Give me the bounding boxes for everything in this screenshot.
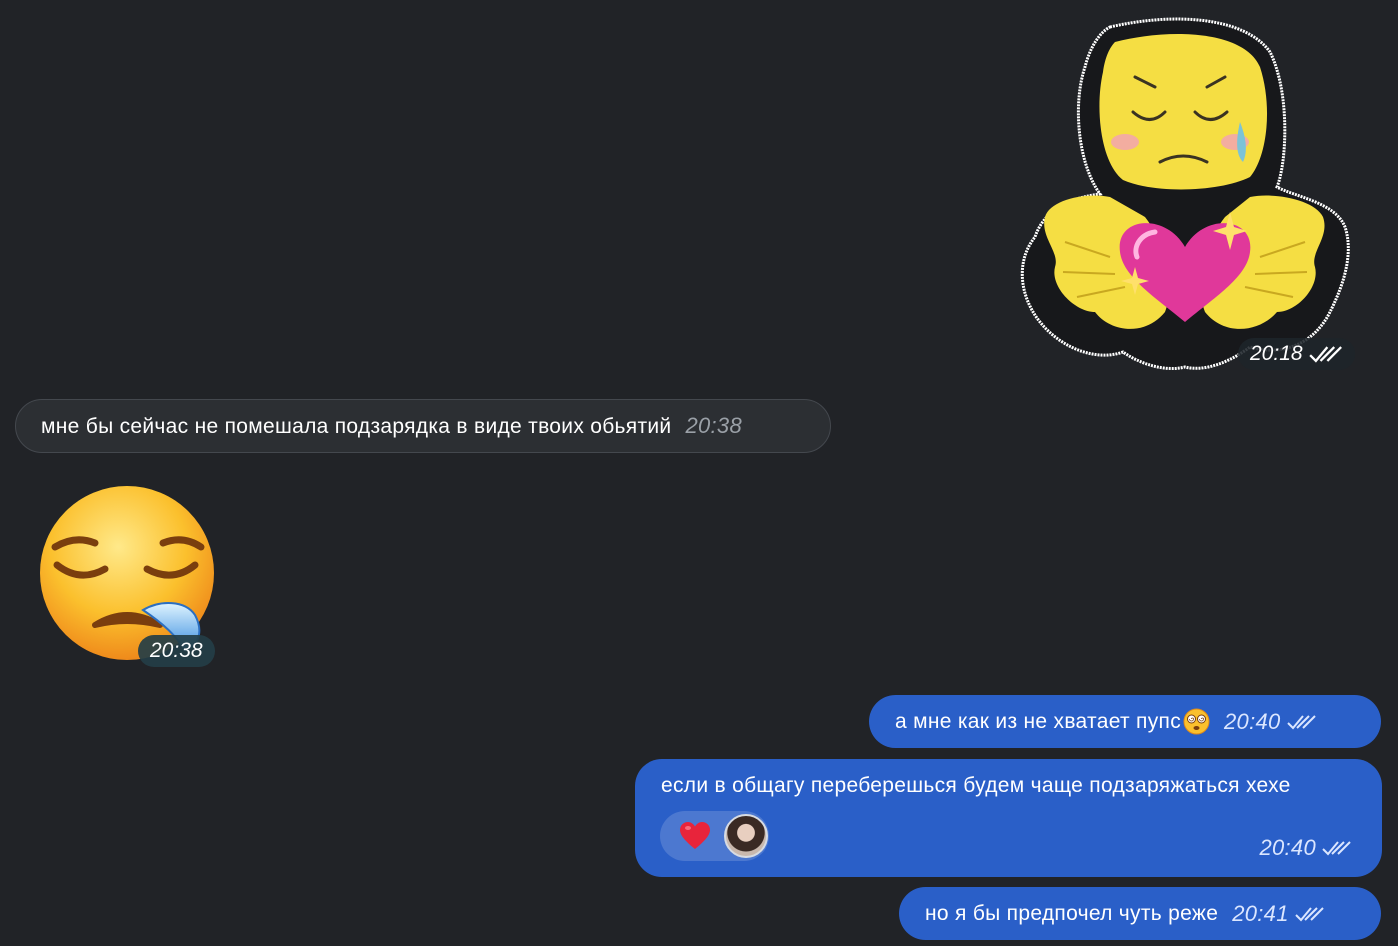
message-time: 20:40 [1224,708,1281,734]
sticker-message[interactable]: 20:18 [1015,12,1355,372]
message-time: 20:38 [685,413,743,438]
message-text: если в общагу переберешься будем чаще по… [661,774,1291,797]
message-text: а мне как из не хватает пупс [895,710,1181,733]
chat-area: 20:18 мне бы сейчас не помешала подзаряд… [0,0,1398,946]
message-meta: 20:38 [138,635,215,667]
reactions-bar[interactable] [660,811,769,861]
heart-icon[interactable] [679,821,711,851]
double-check-icon [1308,346,1342,363]
double-check-icon [1295,906,1324,921]
dizzy-face-emoji [1183,708,1210,735]
crying-blob-sticker [1020,17,1350,371]
outgoing-message[interactable]: если в общагу переберешься будем чаще по… [635,759,1382,877]
outgoing-message[interactable]: но я бы предпочел чуть реже 20:41 [899,887,1381,940]
message-meta: 20:40 [1259,837,1352,859]
message-text: но я бы предпочел чуть реже [925,902,1219,925]
message-meta: 20:18 [1238,338,1355,370]
message-time: 20:40 [1259,835,1316,860]
message-time: 20:18 [1250,342,1303,365]
message-time: 20:38 [150,639,203,662]
message-time: 20:41 [1232,900,1289,926]
incoming-message[interactable]: мне бы сейчас не помешала подзарядка в в… [15,399,831,453]
reaction-avatar[interactable] [724,814,768,858]
double-check-icon [1286,714,1316,729]
outgoing-message[interactable]: а мне как из не хватает пупс 20:40 [869,695,1381,748]
double-check-icon [1322,841,1351,856]
emoji-message[interactable]: 20:38 [35,485,220,670]
message-text: мне бы сейчас не помешала подзарядка в в… [41,414,672,438]
